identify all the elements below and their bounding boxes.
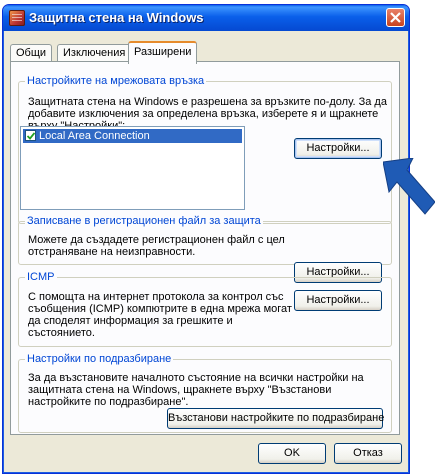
icmp-settings-button[interactable]: Настройки... (294, 290, 382, 311)
group-title: Записване в регистрационен файл за защит… (25, 215, 263, 227)
close-button[interactable] (386, 8, 405, 27)
advanced-tab-panel: Настройките на мрежовата връзка Защитнат… (10, 61, 400, 435)
group-title: Настройките на мрежовата връзка (25, 75, 207, 87)
restore-defaults-button[interactable]: Възстанови настройките по подразбиране (167, 408, 384, 429)
window-title: Защитна стена на Windows (29, 10, 204, 25)
defaults-description: За да възстановите началното състояние н… (28, 372, 364, 408)
list-item[interactable]: Local Area Connection (23, 129, 242, 143)
firewall-icon (9, 10, 25, 26)
logging-description: Можете да създадете регистрационен файл … (28, 234, 285, 258)
tab-advanced[interactable]: Разширени (128, 41, 198, 64)
ok-button[interactable]: OK (258, 443, 326, 464)
close-icon (390, 12, 401, 23)
network-settings-button[interactable]: Настройки... (294, 138, 382, 159)
title-bar[interactable]: Защитна стена на Windows (3, 5, 409, 31)
connection-checkbox[interactable] (25, 130, 36, 141)
group-title: ICMP (25, 271, 57, 283)
checkmark-icon (27, 132, 35, 140)
connection-label: Local Area Connection (39, 130, 150, 142)
icmp-description: С помощта на интернет протокола за контр… (28, 291, 292, 339)
group-title: Настройки по подразбиране (25, 353, 174, 365)
logging-group: Записване в регистрационен файл за защит… (18, 215, 392, 265)
tab-general[interactable]: Общи (10, 44, 53, 62)
icmp-group: ICMP С помощта на интернет протокола за … (18, 271, 392, 347)
connection-list[interactable]: Local Area Connection (20, 126, 245, 210)
cancel-button[interactable]: Отказ (334, 443, 402, 464)
firewall-dialog: Защитна стена на Windows Общи Изключения… (2, 4, 410, 474)
tab-exceptions[interactable]: Изключения (57, 44, 132, 62)
arrow-pointer-icon (383, 158, 435, 215)
